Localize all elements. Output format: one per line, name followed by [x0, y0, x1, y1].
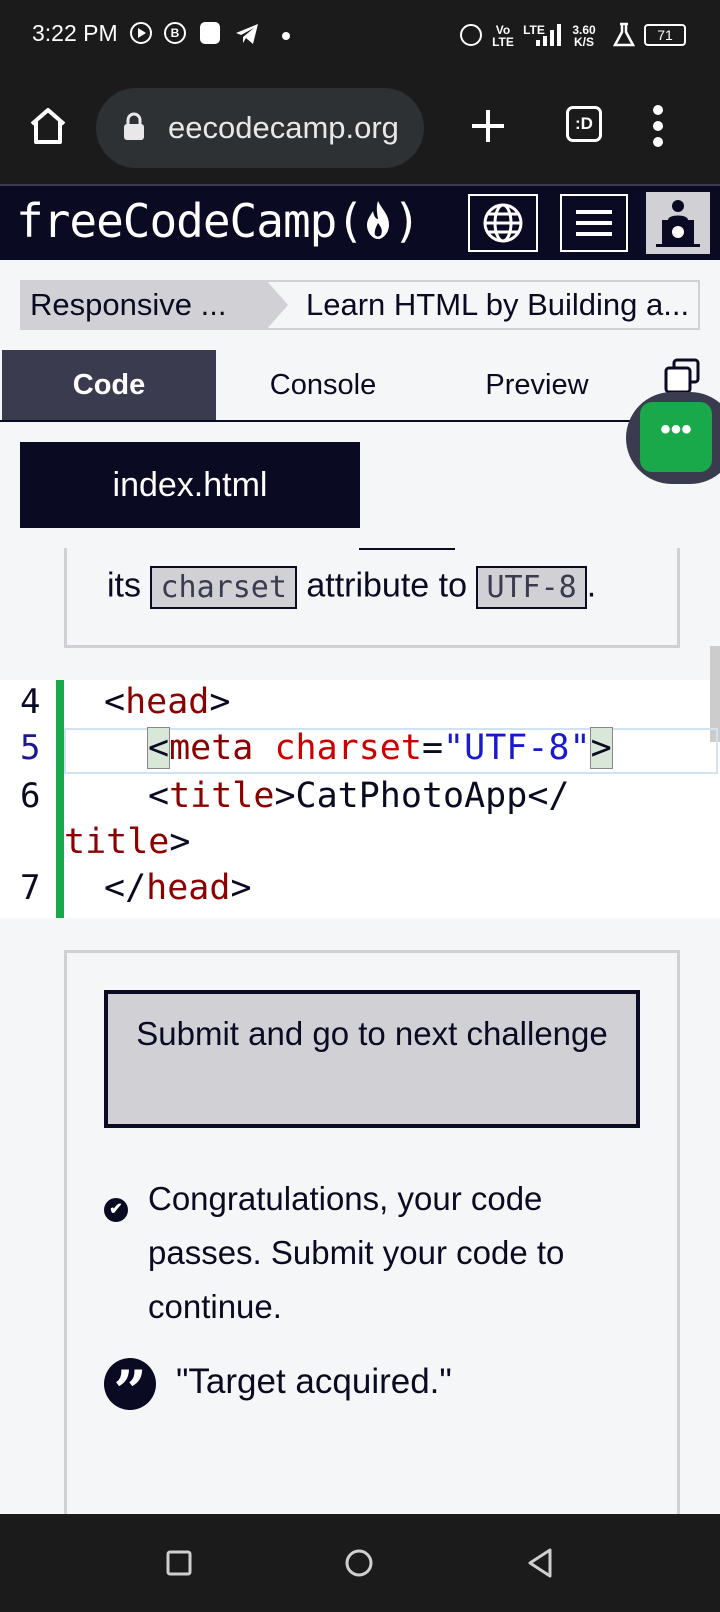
menu-button[interactable] — [560, 194, 628, 252]
encouragement-quote: "Target acquired." — [176, 1362, 452, 1401]
plus-icon[interactable] — [470, 108, 506, 144]
editor-tabs: Code Console Preview — [0, 350, 720, 422]
code-utf8: UTF-8 — [476, 566, 587, 609]
tab-switcher-button[interactable]: :D — [566, 106, 602, 142]
breadcrumb-arrow — [266, 280, 288, 330]
line-number: 7 — [20, 868, 41, 908]
play-notification-icon — [130, 22, 152, 44]
status-time: 3:22 PM — [32, 20, 118, 46]
flask-icon — [612, 22, 636, 47]
back-icon[interactable] — [526, 1548, 554, 1578]
volte-label: Vo LTE — [492, 23, 514, 49]
hamburger-icon — [576, 210, 612, 236]
tab-code[interactable]: Code — [2, 350, 216, 420]
url-text: eecodecamp.org — [168, 110, 399, 145]
copy-icon[interactable] — [664, 358, 700, 394]
success-message: Congratulations, your code passes. Submi… — [148, 1180, 565, 1325]
instructions-text: its charset attribute to UTF-8. — [107, 566, 596, 609]
quote-icon: ” — [104, 1358, 156, 1426]
fcc-logo[interactable]: freeCodeCamp() — [16, 194, 421, 248]
browser-toolbar: eecodecamp.org :D — [0, 72, 720, 184]
code-line-4: <head> — [104, 682, 231, 722]
home-nav-icon[interactable] — [344, 1548, 374, 1578]
fcc-navbar: freeCodeCamp() — [0, 184, 720, 260]
flame-icon — [367, 201, 390, 239]
breadcrumb-superblock[interactable]: Responsive ... — [20, 280, 266, 330]
code-line-7: </head> — [104, 868, 252, 908]
battery-indicator: 71 — [644, 24, 686, 46]
address-bar[interactable]: eecodecamp.org — [96, 88, 424, 168]
line-number: 5 — [20, 728, 41, 768]
b-notification-icon: B — [164, 22, 186, 44]
lower-instructions-panel: Submit and go to next challenge ✔ Congra… — [0, 918, 720, 1530]
code-line-6: <title>CatPhotoApp</ — [148, 776, 570, 816]
code-line-5: <meta charset="UTF-8"> — [146, 727, 613, 769]
status-bar: 3:22 PM B Vo LTE LTE 3.60 K/S 71 — [0, 0, 720, 72]
system-nav-bar — [0, 1514, 720, 1612]
telegram-icon — [236, 24, 258, 44]
more-notifications-dot — [282, 32, 290, 40]
network-speed: 3.60 K/S — [572, 23, 596, 49]
editable-region-marker — [56, 680, 64, 918]
submit-next-challenge-button[interactable]: Submit and go to next challenge — [104, 990, 640, 1128]
code-line-6-wrap: title> — [64, 822, 191, 862]
recents-icon[interactable] — [166, 1550, 192, 1576]
tab-preview[interactable]: Preview — [430, 350, 644, 420]
data-saver-icon — [460, 24, 482, 46]
instructions-box: its charset attribute to UTF-8. — [64, 548, 680, 648]
android-notification-icon — [200, 22, 220, 44]
avatar[interactable] — [646, 192, 710, 254]
breadcrumb: Responsive ... Learn HTML by Building a.… — [20, 280, 700, 330]
lock-icon — [124, 112, 144, 140]
floating-menu-button[interactable]: ••• — [640, 402, 712, 472]
more-vert-icon[interactable] — [652, 102, 664, 150]
text-underline-fragment — [359, 548, 455, 550]
file-tab-bar: index.html — [0, 422, 720, 548]
check-circle-icon: ✔ — [104, 1198, 128, 1222]
instructions-panel: its charset attribute to UTF-8. — [0, 548, 720, 680]
breadcrumb-block[interactable]: Learn HTML by Building a... — [266, 280, 700, 330]
home-icon[interactable] — [28, 106, 68, 146]
file-tab-index-html[interactable]: index.html — [20, 442, 360, 528]
signal-icon — [536, 24, 561, 46]
line-number: 4 — [20, 682, 41, 722]
line-number: 6 — [20, 776, 41, 816]
language-button[interactable] — [468, 194, 538, 252]
code-editor[interactable]: 4 5 6 7 <head> <meta charset="UTF-8"> <t… — [0, 646, 720, 918]
avatar-icon — [656, 200, 700, 247]
code-charset: charset — [150, 566, 297, 609]
tab-console[interactable]: Console — [216, 350, 430, 420]
globe-icon — [483, 203, 523, 243]
